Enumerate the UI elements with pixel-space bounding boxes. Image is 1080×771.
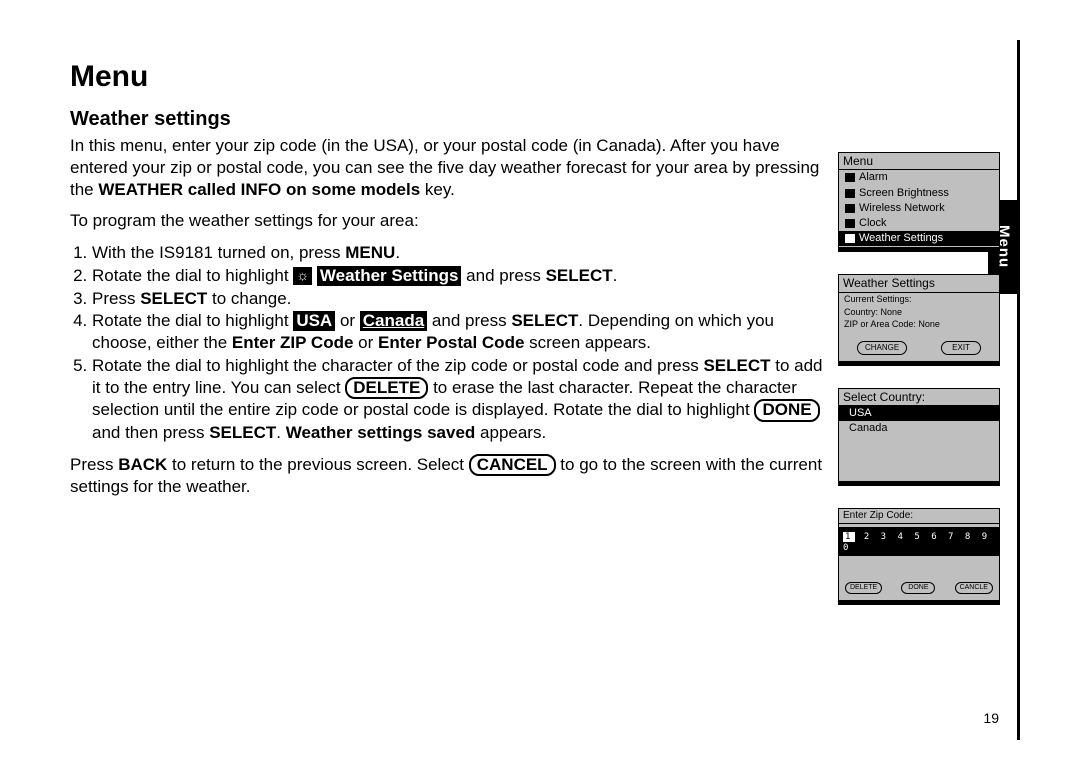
step-2: Rotate the dial to highlight ☼ Weather S… [92,265,825,287]
weather-icon: ☼ [293,267,312,285]
screen-footer [839,481,999,485]
weather-icon [845,234,855,243]
page: Menu Weather settings In this menu, ente… [0,0,1080,771]
brightness-icon [845,189,855,198]
change-button: CHANGE [857,341,907,355]
intro-program-line: To program the weather settings for your… [70,210,825,232]
step-5: Rotate the dial to highlight the charact… [92,355,825,444]
done-button-ref: DONE [754,399,819,422]
right-screens-column: Menu Alarm Screen Brightness Wireless Ne… [838,152,1006,627]
steps-list: With the IS9181 turned on, press MENU. R… [70,242,825,444]
weather-buttons: CHANGE EXIT [839,337,999,360]
digit-highlight: 1 [843,532,855,542]
step-4: Rotate the dial to highlight USA or Cana… [92,310,825,354]
page-inner: Menu Weather settings In this menu, ente… [50,40,1020,740]
screen-footer [839,247,999,251]
screen-enter-zip: Enter Zip Code: 1 2 3 4 5 6 7 8 9 0 DELE… [838,508,1000,605]
digit-row: 1 2 3 4 5 6 7 8 9 0 [839,530,999,556]
weather-settings-highlight: Weather Settings [317,266,462,286]
wireless-icon [845,204,855,213]
country-canada: Canada [839,421,999,436]
step-1: With the IS9181 turned on, press MENU. [92,242,825,264]
page-number: 19 [983,710,999,726]
main-column: Menu Weather settings In this menu, ente… [70,60,825,508]
screen-menu: Menu Alarm Screen Brightness Wireless Ne… [838,152,1000,252]
digits-rest: 2 3 4 5 6 7 8 9 0 [843,532,990,553]
intro-bold: WEATHER called INFO on some models [98,180,420,199]
intro-paragraph: In this menu, enter your zip code (in th… [70,135,825,200]
usa-highlight: USA [293,311,335,331]
country-none: Country: None [839,306,999,319]
cancel-button-ref: CANCEL [469,454,556,477]
delete-button-ref: DELETE [345,377,428,400]
menu-item-alarm: Alarm [839,170,999,185]
zip-cancel-button: CANCLE [955,582,993,594]
alarm-icon [845,173,855,182]
intro-tail: key. [420,180,455,199]
screen-weather-settings: Weather Settings Current Settings: Count… [838,274,1000,365]
page-title: Menu [70,60,825,94]
zip-done-button: DONE [901,582,935,594]
menu-item-clock: Clock [839,216,999,231]
outro-paragraph: Press BACK to return to the previous scr… [70,454,825,498]
screen-zip-header: Enter Zip Code: [839,509,999,524]
exit-button: EXIT [941,341,981,355]
screen-select-country: Select Country: USA Canada [838,388,1000,487]
screen-weather-header: Weather Settings [839,275,999,292]
step-3: Press SELECT to change. [92,288,825,310]
screen-footer [839,600,999,604]
menu-item-wireless: Wireless Network [839,201,999,216]
zip-delete-button: DELETE [845,582,882,594]
country-usa-selected: USA [839,406,999,421]
clock-icon [845,219,855,228]
zip-none: ZIP or Area Code: None [839,318,999,331]
section-subtitle: Weather settings [70,108,825,131]
zip-buttons: DELETE DONE CANCLE [839,578,999,599]
screen-country-header: Select Country: [839,389,999,406]
canada-highlight: Canada [360,311,427,331]
screen-menu-header: Menu [839,153,999,170]
screen-footer [839,361,999,365]
menu-item-brightness: Screen Brightness [839,186,999,201]
menu-item-weather-selected: Weather Settings [839,231,999,246]
current-settings-label: Current Settings: [839,293,999,306]
